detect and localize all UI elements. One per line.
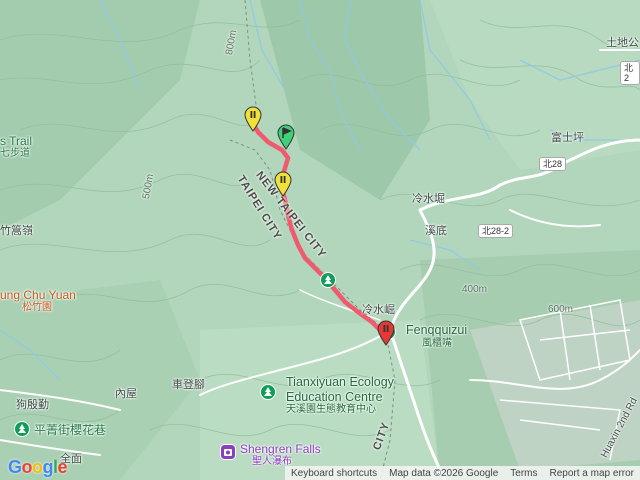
gaoling-label: 竹篙嶺	[0, 225, 33, 237]
tianxiyuan-poi-icon[interactable]	[260, 384, 276, 400]
report-error-link[interactable]: Report a map error	[544, 468, 640, 479]
neiwu-label: 內屋	[115, 388, 137, 400]
fujikeng-label: 富士坪	[551, 132, 584, 144]
tianxiyuan-cn-label: 天溪園生態教育中心	[286, 404, 376, 415]
lengshui-ku-label: 冷水崛	[362, 304, 395, 316]
trail-name-label: s Trail	[0, 134, 33, 148]
waterfall-poi-icon[interactable]	[220, 444, 236, 460]
xidi-label: 溪底	[425, 225, 447, 237]
road-shield-bei2: 北2	[620, 61, 640, 85]
fenqquizui-label: Fenqquizui	[406, 323, 468, 337]
fenqquizui-cn-label: 風櫃嘴	[422, 338, 452, 349]
gouyin-label: 狗殷勤	[16, 399, 49, 411]
pingqing-label: 平菁街櫻花巷	[34, 423, 107, 437]
trail-name-cn-label: 七步道	[0, 148, 30, 159]
shengren-label: Shengren Falls	[240, 442, 321, 456]
contour-400-label: 400m	[462, 284, 488, 295]
start-green-flag-marker[interactable]	[276, 124, 296, 150]
tianxiyuan-label-1: Tianxiyuan Ecology	[286, 375, 394, 389]
lengshui-keng-label: 冷水堀	[412, 193, 445, 205]
waypoint-yellow-marker-1[interactable]	[243, 106, 263, 132]
tianxiyuan-label-2: Education Centre	[286, 390, 383, 404]
cheden-label: 車登腳	[172, 379, 205, 391]
google-logo: Google	[8, 457, 68, 477]
waypoint-yellow-marker-2[interactable]	[273, 171, 293, 197]
yuan-en-label: ung Chu Yuan	[0, 288, 76, 302]
road-shield-bei28-2: 北28-2	[478, 224, 514, 238]
trail-poi-icon[interactable]	[320, 272, 336, 288]
yuan-cn-label: 松竹園	[22, 302, 52, 313]
contour-600-label: 600m	[548, 304, 574, 315]
pingqing-poi-icon[interactable]	[14, 421, 30, 437]
map-footer: Keyboard shortcuts Map data ©2026 Google…	[284, 466, 640, 480]
road-shield-bei28: 北28	[539, 157, 567, 171]
end-red-marker[interactable]	[376, 320, 396, 346]
tudi-label: 土地公	[606, 37, 639, 49]
map-canvas[interactable]: s Trail 七步道 竹篙嶺 ung Chu Yuan 松竹園 內屋 車登腳 …	[0, 0, 640, 480]
keyboard-shortcuts-link[interactable]: Keyboard shortcuts	[285, 468, 383, 479]
map-data-attribution: Map data ©2026 Google	[389, 467, 499, 479]
terms-link[interactable]: Terms	[504, 468, 543, 479]
